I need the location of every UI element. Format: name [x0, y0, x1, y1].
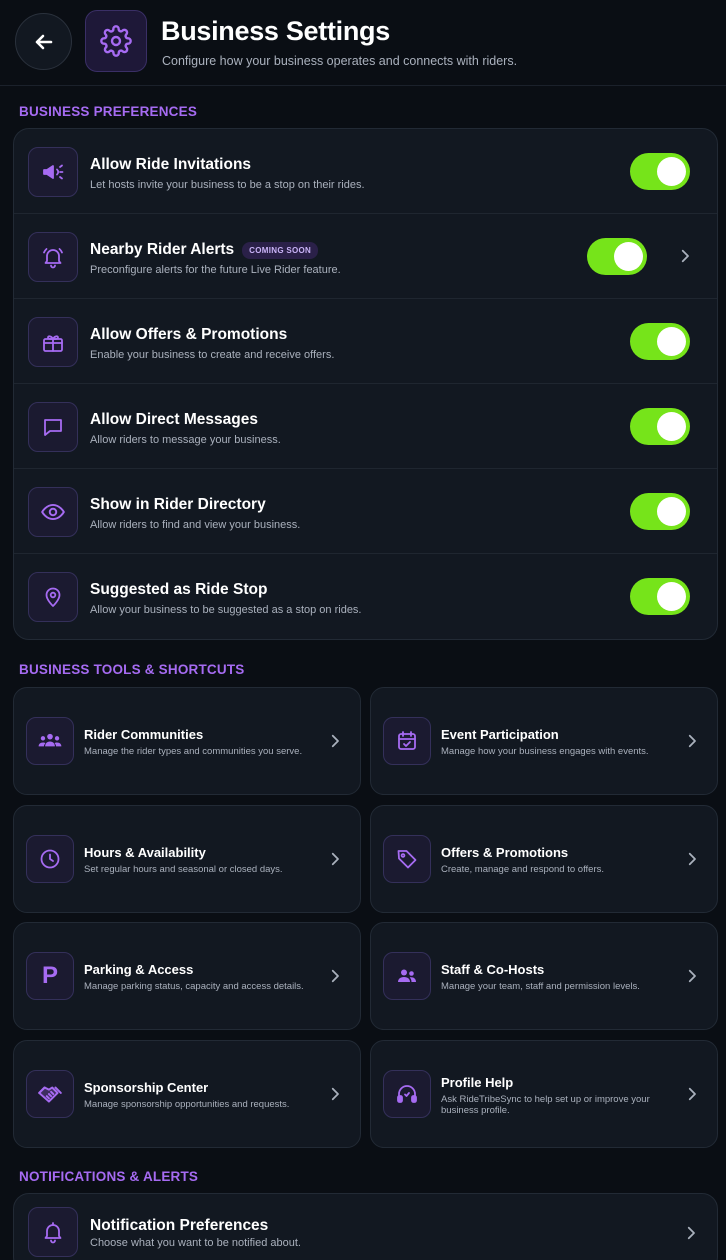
tool-title: Staff & Co-Hosts — [441, 962, 545, 977]
gear-icon — [85, 10, 147, 72]
notification-preferences-row[interactable]: Notification Preferences Choose what you… — [13, 1193, 718, 1260]
map-pin-icon — [28, 572, 78, 622]
pref-row-nearby-rider-alerts[interactable]: Nearby Rider Alerts COMING SOON Preconfi… — [14, 214, 717, 299]
pref-subtitle: Allow riders to message your business. — [90, 434, 281, 446]
bell-icon — [28, 1207, 78, 1257]
toggle-knob — [657, 327, 686, 356]
chevron-right-icon — [683, 967, 701, 985]
chevron-right-icon[interactable] — [676, 247, 694, 265]
group-icon — [26, 717, 74, 765]
tool-title: Event Participation — [441, 727, 559, 742]
pref-title: Show in Rider Directory — [90, 496, 266, 513]
toggle-ride-invitations[interactable] — [630, 153, 690, 190]
toggle-knob — [657, 582, 686, 611]
chevron-right-icon — [326, 1085, 344, 1103]
chevron-right-icon — [682, 1224, 700, 1242]
calendar-check-icon — [383, 717, 431, 765]
pref-title: Suggested as Ride Stop — [90, 581, 268, 598]
chat-bubble-icon — [28, 402, 78, 452]
tool-subtitle: Manage parking status, capacity and acce… — [84, 981, 304, 992]
pref-title: Allow Offers & Promotions — [90, 326, 288, 343]
tool-rider-communities[interactable]: Rider Communities Manage the rider types… — [13, 687, 361, 795]
tool-title: Rider Communities — [84, 727, 204, 742]
tool-title: Parking & Access — [84, 962, 194, 977]
tool-subtitle: Create, manage and respond to offers. — [441, 864, 605, 875]
chevron-right-icon — [326, 732, 344, 750]
pref-row-ride-stop: Suggested as Ride Stop Allow your busine… — [14, 554, 717, 639]
tool-subtitle: Manage how your business engages with ev… — [441, 746, 649, 757]
chevron-right-icon — [326, 850, 344, 868]
pref-title: Allow Ride Invitations — [90, 156, 252, 173]
pref-title-text: Nearby Rider Alerts — [90, 241, 235, 258]
page-title: Business Settings — [161, 16, 390, 46]
tool-sponsorship-center[interactable]: Sponsorship Center Manage sponsorship op… — [13, 1040, 361, 1148]
chevron-right-icon — [326, 967, 344, 985]
page-subtitle: Configure how your business operates and… — [162, 54, 518, 68]
gift-icon — [28, 317, 78, 367]
toggle-offers-promotions[interactable] — [630, 323, 690, 360]
preferences-card: Allow Ride Invitations Let hosts invite … — [13, 128, 718, 640]
tool-subtitle: Ask RideTribeSync to help set up or impr… — [441, 1094, 650, 1116]
toggle-knob — [657, 497, 686, 526]
coming-soon-badge: COMING SOON — [242, 241, 319, 259]
tool-subtitle: Set regular hours and seasonal or closed… — [84, 864, 283, 875]
pref-row-direct-messages: Allow Direct Messages Allow riders to me… — [14, 384, 717, 469]
section-label-preferences: BUSINESS PREFERENCES — [19, 104, 198, 119]
back-button[interactable] — [15, 13, 72, 70]
chevron-right-icon — [683, 1085, 701, 1103]
pref-row-ride-invitations: Allow Ride Invitations Let hosts invite … — [14, 129, 717, 214]
tool-title: Sponsorship Center — [84, 1080, 209, 1095]
notif-title: Notification Preferences — [90, 1217, 269, 1234]
tool-parking-access[interactable]: P Parking & Access Manage parking status… — [13, 922, 361, 1030]
notif-subtitle: Choose what you want to be notified abou… — [90, 1237, 301, 1249]
tool-profile-help[interactable]: Profile Help Ask RideTribeSync to help s… — [370, 1040, 718, 1148]
tool-staff-cohosts[interactable]: Staff & Co-Hosts Manage your team, staff… — [370, 922, 718, 1030]
tool-hours-availability[interactable]: Hours & Availability Set regular hours a… — [13, 805, 361, 913]
arrow-left-icon — [35, 34, 52, 49]
chevron-right-icon — [683, 732, 701, 750]
eye-icon — [28, 487, 78, 537]
pref-subtitle: Allow your business to be suggested as a… — [90, 604, 362, 616]
bell-alert-icon — [28, 232, 78, 282]
pref-subtitle: Preconfigure alerts for the future Live … — [90, 264, 341, 276]
pref-subtitle: Let hosts invite your business to be a s… — [90, 179, 365, 191]
section-label-notifications: NOTIFICATIONS & ALERTS — [19, 1169, 199, 1184]
megaphone-icon — [28, 147, 78, 197]
clock-icon — [26, 835, 74, 883]
parking-glyph: P — [41, 962, 58, 989]
toggle-direct-messages[interactable] — [630, 408, 690, 445]
toggle-rider-directory[interactable] — [630, 493, 690, 530]
page-header: Business Settings Configure how your bus… — [0, 0, 726, 86]
toggle-knob — [657, 412, 686, 441]
people-icon — [383, 952, 431, 1000]
pref-subtitle: Allow riders to find and view your busin… — [90, 519, 301, 531]
toggle-ride-stop[interactable] — [630, 578, 690, 615]
chevron-right-icon — [683, 850, 701, 868]
section-label-tools: BUSINESS TOOLS & SHORTCUTS — [19, 662, 245, 677]
toggle-nearby-rider-alerts[interactable] — [587, 238, 647, 275]
pref-row-rider-directory: Show in Rider Directory Allow riders to … — [14, 469, 717, 554]
tool-subtitle: Manage your team, staff and permission l… — [441, 981, 640, 992]
handshake-icon — [26, 1070, 74, 1118]
tool-title: Offers & Promotions — [441, 845, 569, 860]
tool-title: Profile Help — [441, 1075, 514, 1090]
parking-icon: P — [26, 952, 74, 1000]
headset-icon — [383, 1070, 431, 1118]
tool-title: Hours & Availability — [84, 845, 206, 860]
tool-event-participation[interactable]: Event Participation Manage how your busi… — [370, 687, 718, 795]
tool-subtitle: Manage sponsorship opportunities and req… — [84, 1099, 290, 1110]
tool-offers-promotions[interactable]: Offers & Promotions Create, manage and r… — [370, 805, 718, 913]
pref-title: Nearby Rider Alerts COMING SOON — [90, 241, 319, 259]
pref-title: Allow Direct Messages — [90, 411, 258, 428]
tool-subtitle: Manage the rider types and communities y… — [84, 746, 303, 757]
toggle-knob — [614, 242, 643, 271]
tag-icon — [383, 835, 431, 883]
pref-subtitle: Enable your business to create and recei… — [90, 349, 335, 361]
toggle-knob — [657, 157, 686, 186]
pref-row-offers-promotions: Allow Offers & Promotions Enable your bu… — [14, 299, 717, 384]
